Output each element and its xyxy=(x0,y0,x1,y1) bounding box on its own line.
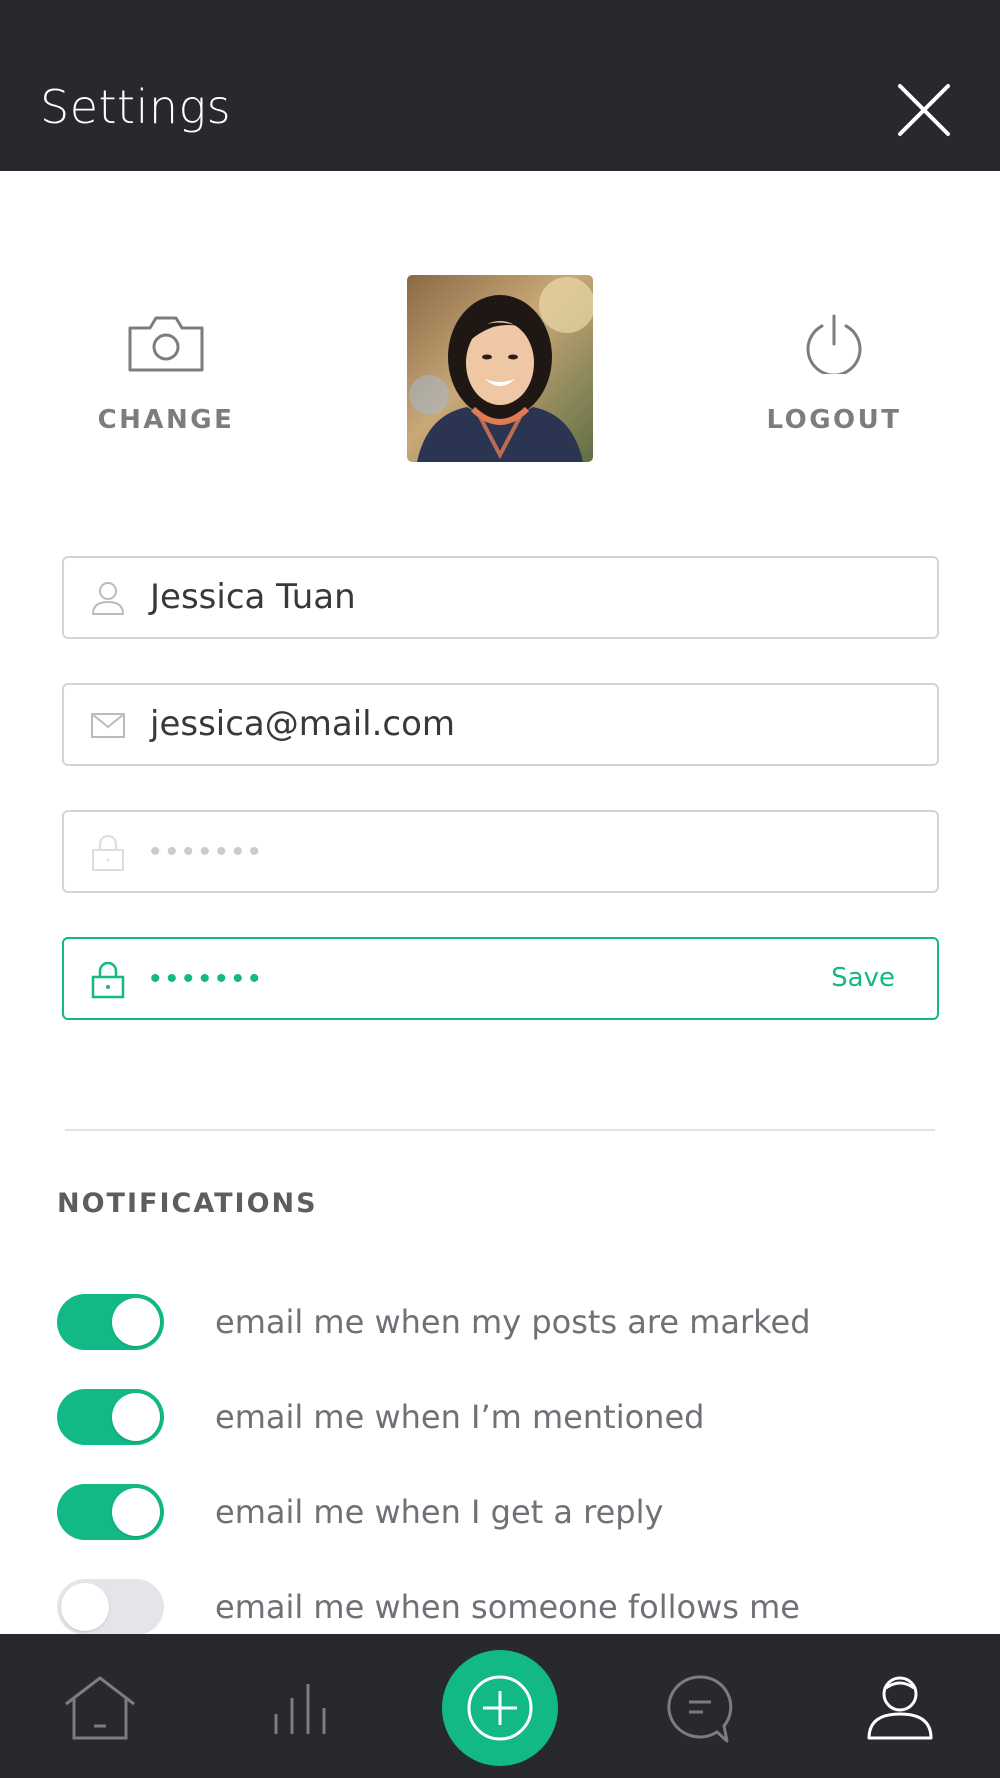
save-button[interactable]: Save xyxy=(831,939,895,1018)
password-value: ••••••• xyxy=(150,835,266,868)
header-bar: Settings xyxy=(0,0,1000,171)
notifications-heading: NOTIFICATIONS xyxy=(57,1188,318,1219)
add-post-button[interactable] xyxy=(442,1650,558,1766)
envelope-icon xyxy=(91,713,125,738)
close-icon[interactable] xyxy=(894,80,954,140)
email-value: jessica@mail.com xyxy=(150,704,456,744)
messages-icon[interactable] xyxy=(665,1674,735,1744)
add-icon xyxy=(467,1675,533,1741)
notification-label: email me when someone follows me xyxy=(215,1588,800,1626)
page-title: Settings xyxy=(40,80,232,134)
new-password-value: ••••••• xyxy=(150,962,266,995)
avatar xyxy=(407,275,593,462)
lock-icon xyxy=(91,961,125,999)
toggle-follows[interactable] xyxy=(57,1579,164,1635)
password-field[interactable]: ••••••• xyxy=(62,810,939,893)
toggle-posts-marked[interactable] xyxy=(57,1294,164,1350)
notification-row-posts-marked: email me when my posts are marked xyxy=(57,1294,957,1350)
camera-icon xyxy=(128,316,204,372)
notification-label: email me when I get a reply xyxy=(215,1493,664,1531)
notification-label: email me when I’m mentioned xyxy=(215,1398,705,1436)
home-icon[interactable] xyxy=(62,1674,138,1740)
logout-button[interactable]: LOGOUT xyxy=(724,314,944,435)
toggle-mentioned[interactable] xyxy=(57,1389,164,1445)
change-photo-button[interactable]: CHANGE xyxy=(56,314,276,435)
lock-icon xyxy=(92,835,124,871)
profile-icon[interactable] xyxy=(866,1674,934,1740)
new-password-field[interactable]: ••••••• Save xyxy=(62,937,939,1020)
name-field[interactable]: Jessica Tuan xyxy=(62,556,939,639)
name-value: Jessica Tuan xyxy=(150,577,356,617)
logout-label: LOGOUT xyxy=(766,405,902,435)
notification-label: email me when my posts are marked xyxy=(215,1303,811,1341)
user-icon xyxy=(91,582,125,615)
change-photo-label: CHANGE xyxy=(97,405,235,435)
notification-row-reply: email me when I get a reply xyxy=(57,1484,957,1540)
toggle-reply[interactable] xyxy=(57,1484,164,1540)
notification-row-follows: email me when someone follows me xyxy=(57,1579,957,1635)
toggle-knob xyxy=(112,1393,160,1441)
power-icon xyxy=(806,314,862,377)
stats-icon[interactable] xyxy=(272,1680,328,1736)
notification-row-mentioned: email me when I’m mentioned xyxy=(57,1389,957,1445)
toggle-knob xyxy=(112,1298,160,1346)
toggle-knob xyxy=(61,1583,109,1631)
email-field[interactable]: jessica@mail.com xyxy=(62,683,939,766)
toggle-knob xyxy=(112,1488,160,1536)
settings-screen: Settings CHANGE LOGOUT Jessica Tuan jess… xyxy=(0,0,1000,1778)
section-divider xyxy=(65,1129,935,1131)
